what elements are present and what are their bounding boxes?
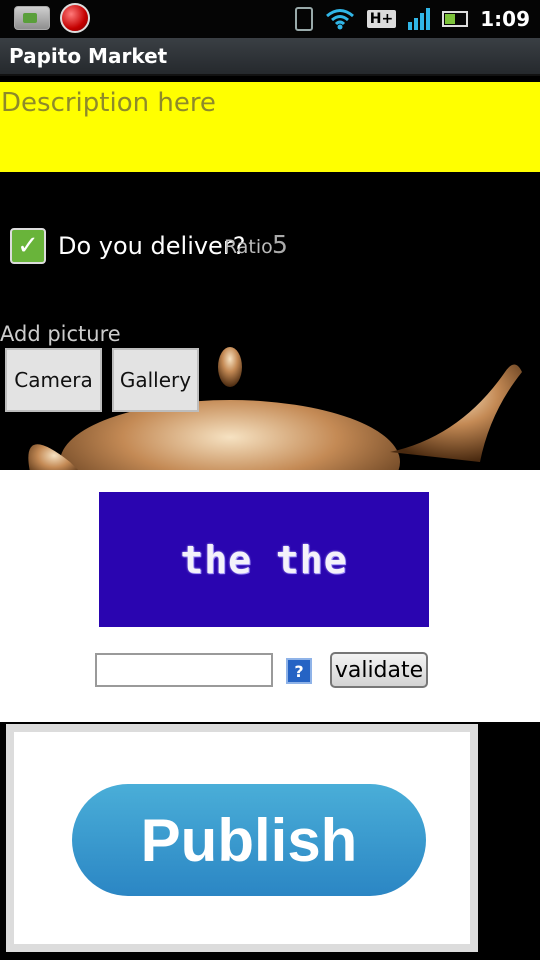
validate-button[interactable]: validate xyxy=(330,652,428,688)
deliver-label: Do you deliver? xyxy=(58,232,246,260)
description-field[interactable]: Description here xyxy=(0,82,540,172)
publish-button[interactable]: Publish xyxy=(72,784,426,896)
description-placeholder: Description here xyxy=(1,88,216,118)
publish-frame: Publish xyxy=(6,724,478,952)
camera-button[interactable]: Camera xyxy=(5,348,102,412)
help-icon[interactable]: ? xyxy=(286,658,312,684)
add-picture-label: Add picture xyxy=(0,322,121,346)
globe-notification-icon xyxy=(60,3,90,33)
app-title: Papito Market xyxy=(9,44,168,68)
captcha-text: the the xyxy=(180,537,348,582)
ratio-label: Ratio xyxy=(224,236,273,258)
publish-section: Publish xyxy=(0,722,540,960)
status-time: 1:09 xyxy=(480,7,530,31)
captcha-section: the the ? validate xyxy=(0,470,540,722)
deliver-checkbox[interactable]: ✓ xyxy=(10,228,46,264)
title-bar: Papito Market xyxy=(0,38,540,76)
signal-icon xyxy=(408,8,431,30)
vibrate-icon xyxy=(294,7,313,31)
form-background: ✓ Do you deliver? Ratio 5 Add picture Ca… xyxy=(0,172,540,470)
gallery-button[interactable]: Gallery xyxy=(112,348,199,412)
photo-icon xyxy=(14,6,50,30)
ratio-value[interactable]: 5 xyxy=(272,230,288,259)
wifi-icon xyxy=(325,9,354,30)
status-bar: H+ 1:09 xyxy=(0,0,540,38)
captcha-image: the the xyxy=(99,492,429,627)
network-type-icon: H+ xyxy=(366,10,397,28)
captcha-input[interactable] xyxy=(95,653,273,687)
checkmark-icon: ✓ xyxy=(17,231,39,261)
battery-icon xyxy=(442,11,469,27)
publish-label: Publish xyxy=(140,806,358,874)
